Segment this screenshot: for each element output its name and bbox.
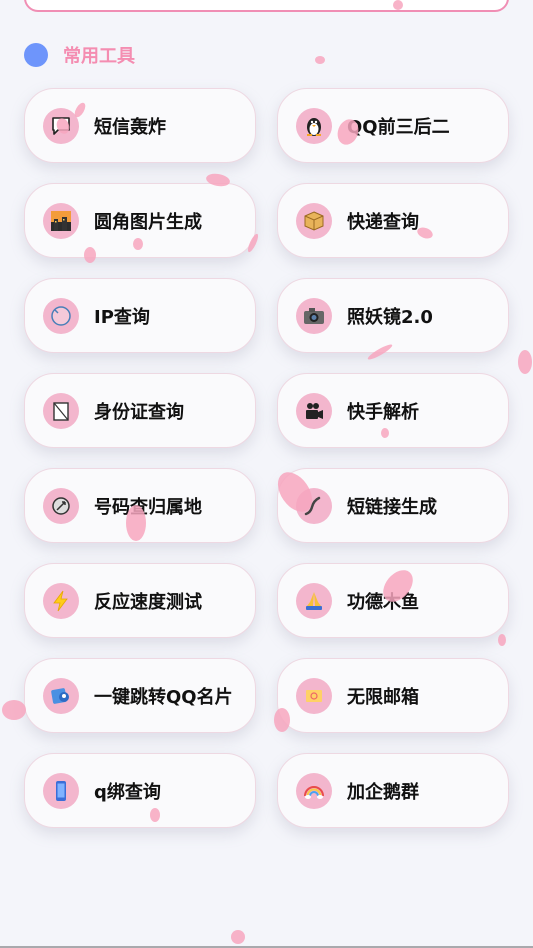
tool-card-qq-digits[interactable]: QQ前三后二	[277, 88, 509, 163]
tool-card-id-lookup[interactable]: 身份证查询	[24, 373, 256, 448]
tool-card-rounded-image[interactable]: 圆角图片生成	[24, 183, 256, 258]
penguin-icon	[296, 107, 332, 144]
tool-card-number-location[interactable]: 号码查归属地	[24, 468, 256, 543]
mailbox-icon	[296, 677, 332, 714]
tool-card-express[interactable]: 快递查询	[277, 183, 509, 258]
tool-label: 照妖镜2.0	[347, 306, 433, 328]
tool-label: 短链接生成	[347, 496, 437, 518]
camera-icon	[296, 297, 332, 334]
id-card-icon	[43, 392, 79, 429]
tool-label: 身份证查询	[94, 401, 184, 423]
globe-icon	[43, 297, 79, 334]
tool-label: 快手解析	[347, 401, 419, 423]
tool-card-join-group[interactable]: 加企鹅群	[277, 753, 509, 828]
phone-icon	[43, 772, 79, 809]
rainbow-icon	[296, 772, 332, 809]
search-bar-remnant[interactable]	[24, 0, 509, 12]
tool-card-qq-card[interactable]: 一键跳转QQ名片	[24, 658, 256, 733]
tool-label: QQ前三后二	[347, 116, 450, 138]
tool-label: 号码查归属地	[94, 496, 202, 518]
tool-card-q-bind[interactable]: q绑查询	[24, 753, 256, 828]
link-icon	[296, 487, 332, 524]
tool-label: 快递查询	[347, 211, 419, 233]
section-title: 常用工具	[63, 46, 135, 67]
petal	[315, 56, 325, 64]
tool-grid: 短信轰炸 QQ前三后二 圆角图片生成 快递查询 IP查询 照妖镜2.0 身份证查…	[24, 88, 509, 828]
video-camera-icon	[296, 392, 332, 429]
message-icon	[43, 107, 79, 144]
tool-label: 加企鹅群	[347, 781, 419, 803]
petal	[2, 700, 26, 720]
petal	[518, 350, 532, 374]
tool-label: q绑查询	[94, 781, 161, 803]
tool-label: 一键跳转QQ名片	[94, 686, 233, 708]
tool-card-mirror[interactable]: 照妖镜2.0	[277, 278, 509, 353]
image-icon	[43, 202, 79, 239]
tool-card-wooden-fish[interactable]: 功德木鱼	[277, 563, 509, 638]
tool-label: 功德木鱼	[347, 591, 419, 613]
tool-card-short-link[interactable]: 短链接生成	[277, 468, 509, 543]
section-dot-icon	[24, 43, 48, 67]
lightning-icon	[43, 582, 79, 619]
satellite-dish-icon	[43, 487, 79, 524]
praying-hands-icon	[296, 582, 332, 619]
tool-label: 圆角图片生成	[94, 211, 202, 233]
tool-card-mailbox[interactable]: 无限邮箱	[277, 658, 509, 733]
section-header: 常用工具	[24, 40, 135, 70]
tool-label: 短信轰炸	[94, 116, 166, 138]
petal	[231, 930, 245, 944]
tool-card-kuaishou[interactable]: 快手解析	[277, 373, 509, 448]
tool-label: 无限邮箱	[347, 686, 419, 708]
contact-card-icon	[43, 677, 79, 714]
tool-card-reaction-test[interactable]: 反应速度测试	[24, 563, 256, 638]
tool-card-sms-bomber[interactable]: 短信轰炸	[24, 88, 256, 163]
tool-label: IP查询	[94, 306, 150, 328]
package-icon	[296, 202, 332, 239]
tool-card-ip-lookup[interactable]: IP查询	[24, 278, 256, 353]
tool-label: 反应速度测试	[94, 591, 202, 613]
